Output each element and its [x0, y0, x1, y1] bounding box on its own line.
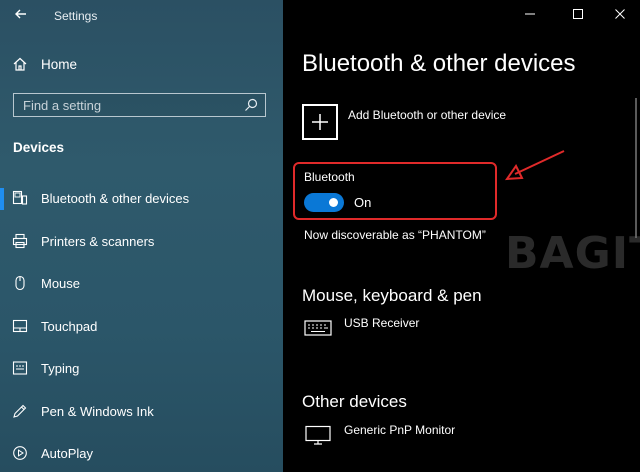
autoplay-icon — [13, 446, 27, 460]
sidebar-item-label: Mouse — [41, 276, 81, 291]
section-heading-other-devices: Other devices — [302, 392, 407, 411]
monitor-icon — [305, 425, 331, 445]
bluetooth-toggle-state: On — [354, 195, 372, 210]
discoverable-text: Now discoverable as “PHANTOM” — [304, 228, 486, 242]
bluetooth-toggle[interactable] — [304, 193, 344, 212]
app-title: Settings — [54, 9, 98, 23]
home-icon — [13, 57, 27, 71]
sidebar-item-bluetooth[interactable]: Bluetooth & other devices — [0, 185, 283, 213]
mouse-icon — [15, 275, 25, 291]
sidebar-item-label: AutoPlay — [41, 446, 94, 461]
sidebar-item-touchpad[interactable]: Touchpad — [0, 313, 283, 341]
scrollbar[interactable] — [635, 98, 637, 238]
titlebar-left: Settings — [0, 0, 283, 30]
device-label: Generic PnP Monitor — [344, 423, 456, 437]
pen-icon — [13, 404, 27, 418]
page-title: Bluetooth & other devices — [302, 50, 576, 77]
close-icon[interactable] — [612, 6, 628, 22]
keyboard-icon — [304, 320, 332, 336]
red-arrow-annotation — [504, 150, 565, 181]
add-device-label: Add Bluetooth or other device — [348, 108, 507, 122]
search-icon[interactable] — [244, 98, 258, 112]
search-placeholder: Find a setting — [23, 98, 102, 113]
home-nav-item[interactable]: Home — [0, 52, 283, 78]
sidebar: Settings Home Find a setting Devices Blu… — [0, 0, 283, 472]
section-heading-mouse-keyboard-pen: Mouse, keyboard & pen — [302, 286, 482, 305]
section-title: Devices — [13, 140, 65, 155]
sidebar-item-autoplay[interactable]: AutoPlay — [0, 440, 283, 468]
maximize-icon[interactable] — [570, 6, 586, 22]
bluetooth-label: Bluetooth — [304, 170, 355, 184]
toggle-knob — [329, 198, 338, 207]
sidebar-item-label: Typing — [41, 361, 80, 376]
watermark-logo: BAGITEKNO — [505, 228, 640, 279]
sidebar-item-label: Bluetooth & other devices — [41, 191, 190, 206]
sidebar-item-label: Touchpad — [41, 319, 98, 334]
device-usb-receiver[interactable]: USB Receiver — [304, 316, 604, 342]
active-indicator — [0, 188, 4, 210]
add-device-button[interactable]: Add Bluetooth or other device — [302, 104, 602, 142]
search-input[interactable]: Find a setting — [13, 93, 266, 117]
device-generic-pnp-monitor[interactable]: Generic PnP Monitor — [304, 423, 604, 449]
touchpad-icon — [12, 319, 28, 333]
sidebar-item-pen[interactable]: Pen & Windows Ink — [0, 398, 283, 426]
plus-icon — [312, 114, 328, 130]
bluetooth-devices-icon — [12, 190, 28, 205]
add-device-box — [302, 104, 338, 140]
home-label: Home — [41, 57, 78, 72]
back-arrow-icon[interactable] — [12, 5, 30, 23]
sidebar-item-label: Printers & scanners — [41, 234, 155, 249]
device-label: USB Receiver — [344, 316, 420, 330]
keyboard-icon — [12, 361, 28, 375]
main-panel: Bluetooth & other devices Add Bluetooth … — [283, 0, 640, 472]
minimize-icon[interactable] — [522, 6, 538, 22]
sidebar-item-typing[interactable]: Typing — [0, 355, 283, 383]
sidebar-item-label: Pen & Windows Ink — [41, 404, 154, 419]
sidebar-item-printers[interactable]: Printers & scanners — [0, 228, 283, 256]
printer-icon — [12, 233, 28, 249]
sidebar-item-mouse[interactable]: Mouse — [0, 270, 283, 298]
